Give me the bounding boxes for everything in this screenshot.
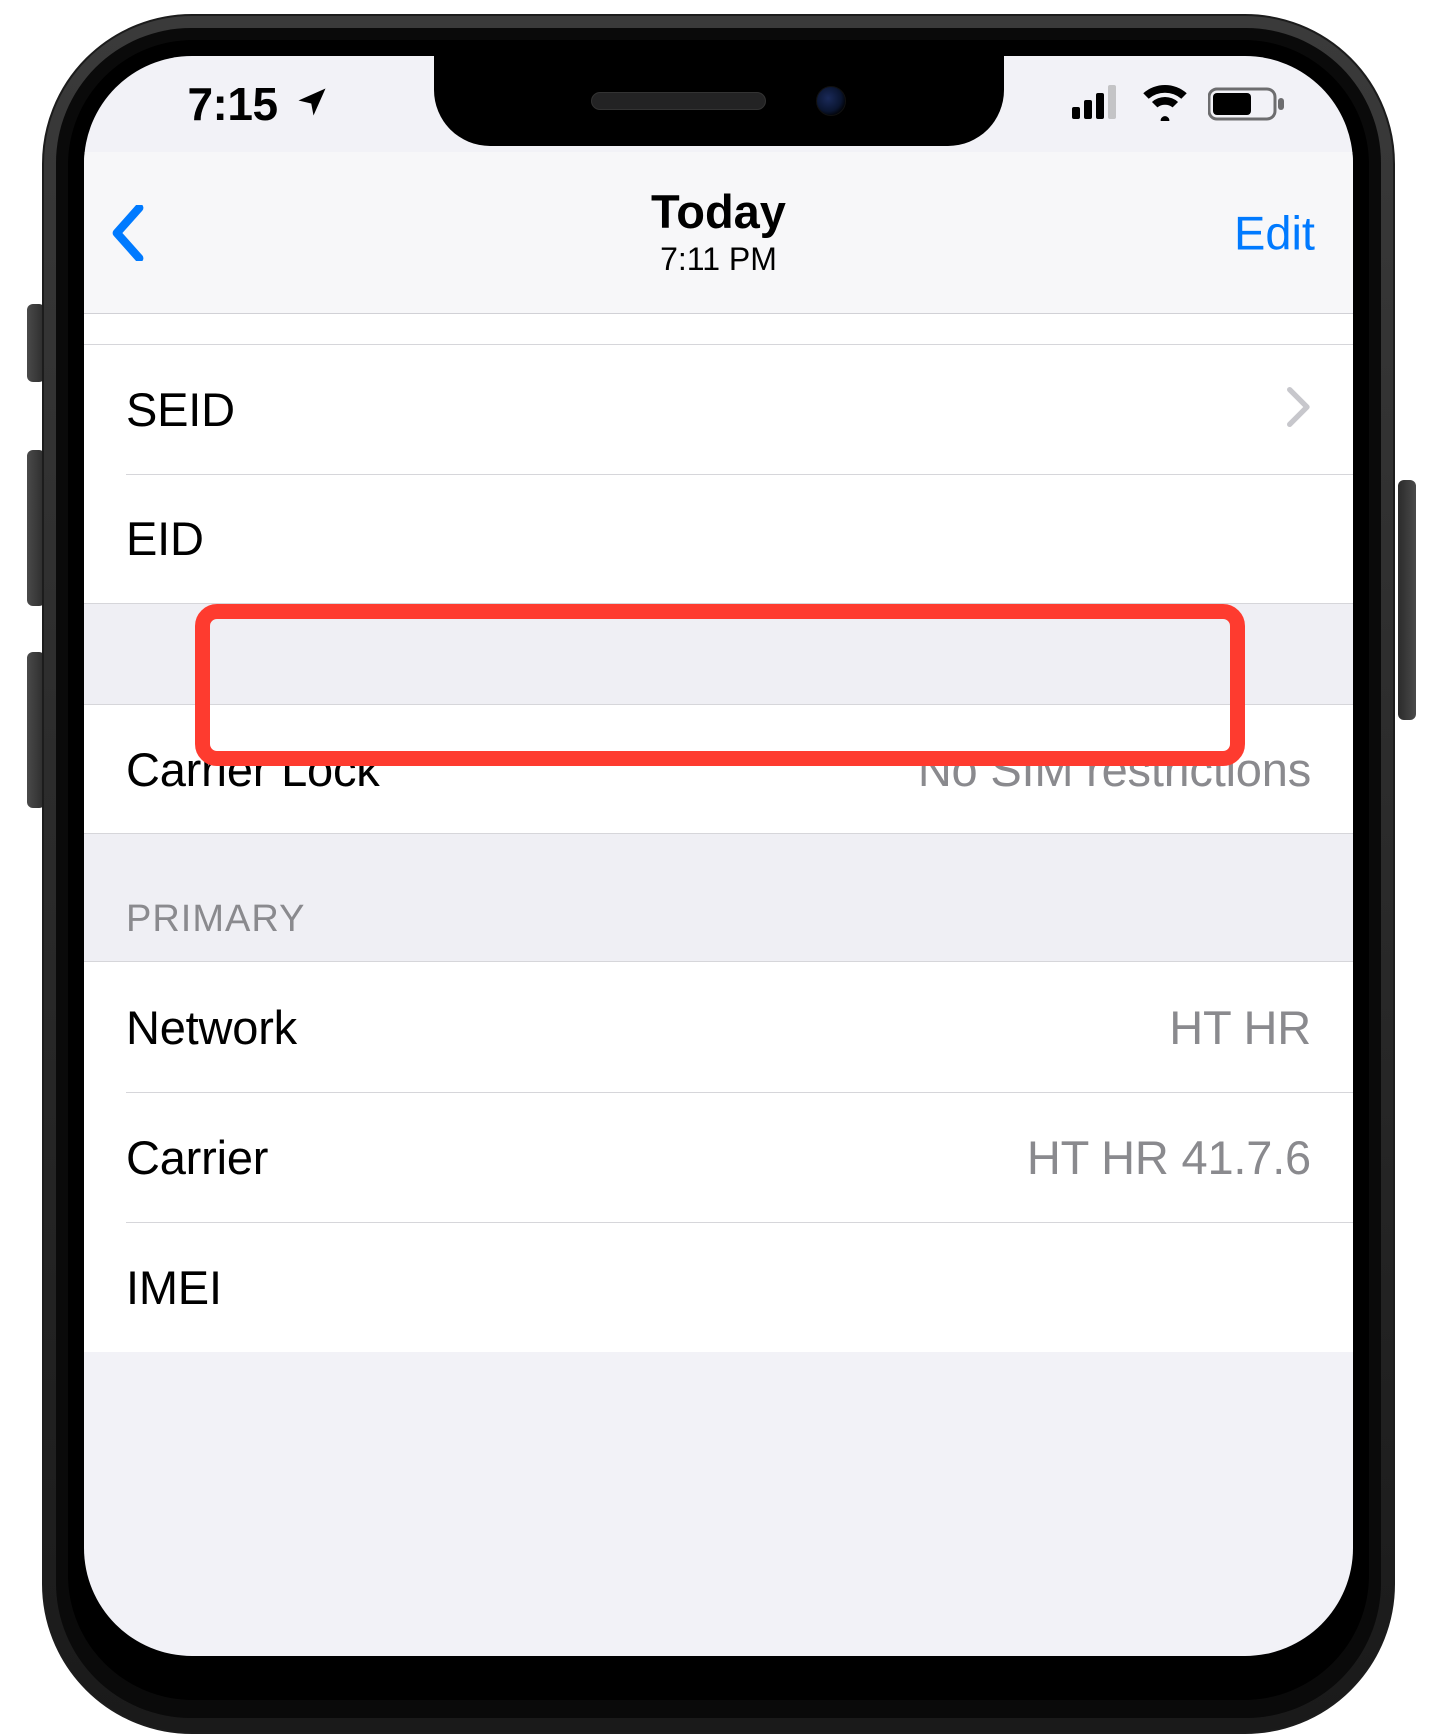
wifi-icon <box>1140 83 1190 126</box>
phone-screen: 7:15 <box>84 56 1353 1656</box>
section-header-primary: PRIMARY <box>84 834 1353 962</box>
row-label: Network <box>126 1000 297 1055</box>
row-label: EID <box>126 511 204 566</box>
row-carrier[interactable]: Carrier HT HR 41.7.6 <box>84 1092 1353 1222</box>
row-label: Carrier Lock <box>126 742 380 797</box>
edit-button[interactable]: Edit <box>1234 205 1315 260</box>
section-separator <box>84 604 1353 704</box>
mute-switch <box>27 304 45 382</box>
battery-icon <box>1208 85 1286 123</box>
list-group-carrier-lock: Carrier Lock No SIM restrictions <box>84 704 1353 834</box>
row-label: IMEI <box>126 1260 222 1315</box>
location-services-icon <box>294 77 330 131</box>
earpiece-speaker <box>591 92 766 110</box>
row-network[interactable]: Network HT HR <box>84 962 1353 1092</box>
status-time: 7:15 <box>187 77 277 131</box>
row-label: SEID <box>126 382 235 437</box>
row-eid[interactable]: EID <box>84 474 1353 604</box>
back-button[interactable] <box>84 152 204 313</box>
chevron-left-icon <box>108 205 148 261</box>
row-value: HT HR 41.7.6 <box>1027 1130 1311 1185</box>
list-group-identifiers: SEID EID <box>84 314 1353 604</box>
volume-up-button <box>27 450 45 606</box>
chevron-right-icon <box>1287 387 1311 432</box>
row-value: No SIM restrictions <box>918 742 1311 797</box>
row-carrier-lock[interactable]: Carrier Lock No SIM restrictions <box>84 704 1353 834</box>
cellular-signal-icon <box>1072 83 1122 126</box>
front-camera <box>816 86 846 116</box>
device-notch <box>434 56 1004 146</box>
row-seid[interactable]: SEID <box>84 344 1353 474</box>
row-value: HT HR <box>1169 1000 1311 1055</box>
navigation-bar: Today 7:11 PM Edit <box>84 152 1353 314</box>
settings-list[interactable]: SEID EID Carrier Lock No SIM restriction… <box>84 314 1353 1352</box>
nav-subtitle: 7:11 PM <box>84 240 1353 278</box>
nav-title: Today <box>84 186 1353 238</box>
side-power-button <box>1398 480 1416 720</box>
row-label: Carrier <box>126 1130 268 1185</box>
list-group-primary: Network HT HR Carrier HT HR 41.7.6 IMEI <box>84 962 1353 1352</box>
volume-down-button <box>27 652 45 808</box>
row-imei[interactable]: IMEI <box>84 1222 1353 1352</box>
